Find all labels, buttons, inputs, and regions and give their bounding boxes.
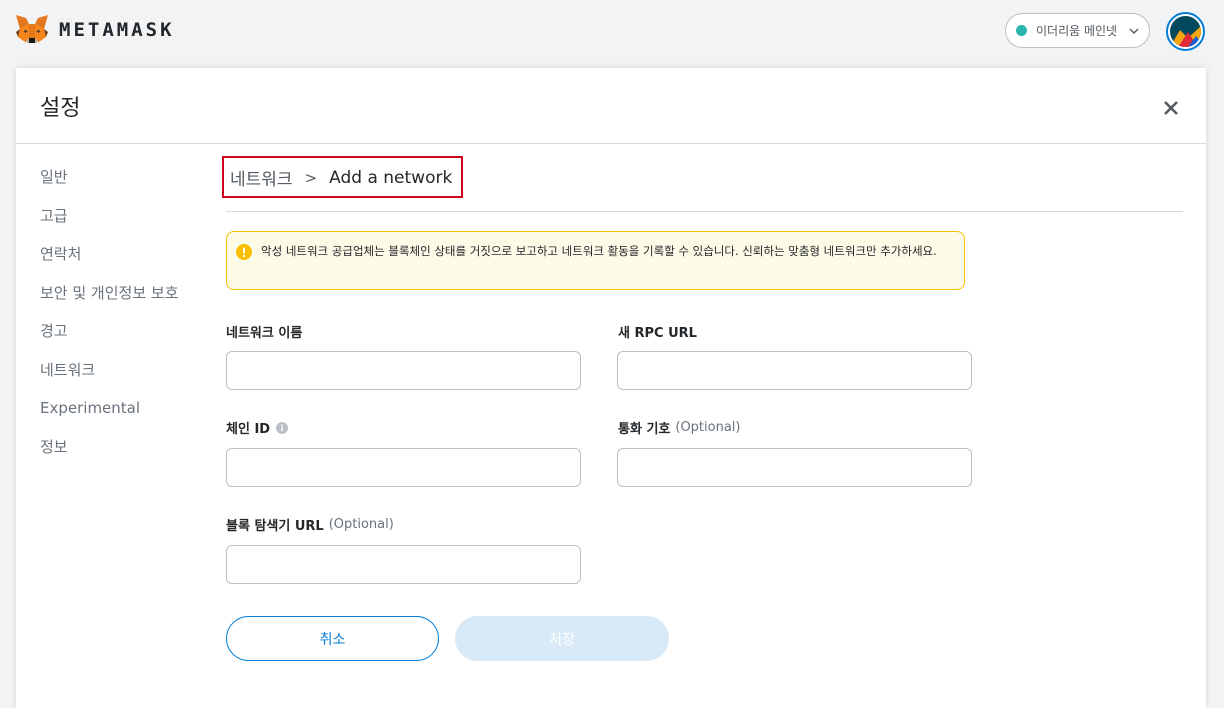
network-name-label: 네트워크 이름 [226, 322, 302, 341]
chevron-down-icon [1129, 28, 1139, 34]
rpc-url-input[interactable] [617, 351, 972, 390]
explorer-url-input[interactable] [226, 545, 581, 584]
currency-symbol-label: 통화 기호 (Optional) [618, 418, 740, 437]
sidebar-item-security-privacy[interactable]: 보안 및 개인정보 보호 [40, 282, 179, 321]
sidebar-item-contacts[interactable]: 연락처 [40, 243, 179, 282]
sidebar-item-alerts[interactable]: 경고 [40, 320, 179, 359]
save-button[interactable]: 저장 [455, 616, 669, 661]
top-bar: METAMASK 이더리움 메인넷 [0, 0, 1224, 62]
network-selector[interactable]: 이더리움 메인넷 [1005, 13, 1150, 48]
breadcrumb: 네트워크 > Add a network [230, 165, 453, 191]
close-icon[interactable] [1162, 99, 1180, 117]
section-divider [226, 211, 1183, 212]
optional-hint: (Optional) [328, 517, 394, 532]
chain-id-label: 체인 ID [226, 418, 289, 437]
brand-wordmark: METAMASK [59, 19, 175, 41]
warning-text: 악성 네트워크 공급업체는 블록체인 상태를 거짓으로 보고하고 네트워크 활동… [261, 244, 937, 258]
metamask-fox-logo[interactable] [14, 12, 50, 48]
account-avatar-icon [1170, 16, 1201, 47]
network-name-label-text: 네트워크 이름 [226, 326, 303, 341]
chain-id-label-text: 체인 ID [226, 422, 271, 437]
settings-panel: 설정 일반 고급 연락처 보안 및 개인정보 보호 경고 네트워크 Experi… [16, 68, 1206, 708]
warning-banner: 악성 네트워크 공급업체는 블록체인 상태를 거짓으로 보고하고 네트워크 활동… [226, 231, 965, 290]
breadcrumb-current: Add a network [329, 167, 453, 188]
rpc-url-label: 새 RPC URL [618, 322, 697, 341]
network-name-input[interactable] [226, 351, 581, 390]
sidebar-item-networks[interactable]: 네트워크 [40, 359, 179, 398]
optional-hint: (Optional) [675, 420, 741, 435]
info-icon[interactable] [276, 421, 289, 434]
currency-symbol-label-text: 통화 기호 [618, 422, 671, 437]
cancel-button[interactable]: 취소 [226, 616, 439, 661]
breadcrumb-separator: > [304, 168, 318, 187]
chain-id-input[interactable] [226, 448, 581, 487]
settings-header: 설정 [16, 68, 1206, 144]
page-title: 설정 [40, 96, 81, 121]
network-status-dot [1016, 25, 1027, 36]
sidebar-item-general[interactable]: 일반 [40, 166, 179, 205]
rpc-url-label-text: 새 RPC URL [618, 326, 697, 341]
breadcrumb-parent-link[interactable]: 네트워크 [230, 165, 293, 190]
account-menu-button[interactable] [1166, 12, 1205, 51]
settings-sidebar: 일반 고급 연락처 보안 및 개인정보 보호 경고 네트워크 Experimen… [40, 166, 179, 474]
sidebar-item-advanced[interactable]: 고급 [40, 205, 179, 244]
explorer-url-label: 블록 탐색기 URL (Optional) [226, 515, 394, 534]
sidebar-item-experimental[interactable]: Experimental [40, 397, 179, 436]
network-label: 이더리움 메인넷 [1036, 24, 1118, 38]
explorer-url-label-text: 블록 탐색기 URL [226, 519, 324, 534]
sidebar-item-about[interactable]: 정보 [40, 436, 179, 475]
currency-symbol-input[interactable] [617, 448, 972, 487]
warning-icon [236, 244, 252, 260]
